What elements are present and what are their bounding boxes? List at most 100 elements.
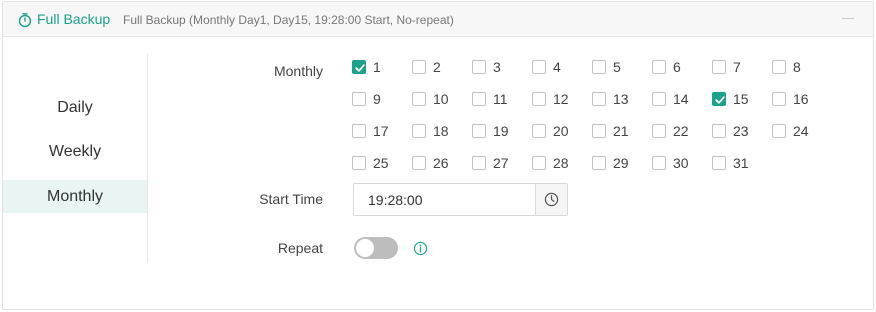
day-checkbox-29[interactable]: 29 (592, 154, 642, 172)
repeat-toggle[interactable] (354, 237, 398, 259)
day-checkbox-27[interactable]: 27 (472, 154, 522, 172)
panel-title: Full Backup (37, 11, 111, 27)
day-checkbox-label: 9 (373, 91, 381, 107)
day-checkbox-label: 27 (493, 155, 509, 171)
panel-header: Full Backup Full Backup (Monthly Day1, D… (3, 2, 873, 37)
repeat-label: Repeat (277, 240, 323, 256)
checkbox-unchecked-icon (412, 60, 426, 74)
checkbox-unchecked-icon (772, 92, 786, 106)
day-checkbox-label: 16 (793, 91, 809, 107)
checkbox-checked-icon (352, 60, 366, 74)
toggle-knob (356, 239, 374, 257)
sidebar-item-daily[interactable]: Daily (3, 91, 147, 124)
full-backup-panel: Full Backup Full Backup (Monthly Day1, D… (2, 1, 874, 310)
day-checkbox-28[interactable]: 28 (532, 154, 582, 172)
day-checkbox-label: 20 (553, 123, 569, 139)
day-checkbox-label: 12 (553, 91, 569, 107)
day-checkbox-24[interactable]: 24 (772, 122, 822, 140)
day-checkbox-23[interactable]: 23 (712, 122, 762, 140)
day-checkbox-label: 17 (373, 123, 389, 139)
day-checkbox-label: 10 (433, 91, 449, 107)
checkbox-unchecked-icon (712, 60, 726, 74)
day-checkbox-label: 19 (493, 123, 509, 139)
clock-icon (544, 192, 559, 207)
day-checkbox-label: 4 (553, 59, 561, 75)
day-checkbox-label: 14 (673, 91, 689, 107)
panel-description: Full Backup (Monthly Day1, Day15, 19:28:… (123, 13, 454, 27)
checkbox-unchecked-icon (352, 124, 366, 138)
day-checkbox-label: 7 (733, 59, 741, 75)
day-checkbox-label: 29 (613, 155, 629, 171)
checkbox-unchecked-icon (592, 60, 606, 74)
day-checkbox-label: 8 (793, 59, 801, 75)
checkbox-unchecked-icon (592, 156, 606, 170)
day-checkbox-16[interactable]: 16 (772, 90, 822, 108)
checkbox-unchecked-icon (652, 60, 666, 74)
day-checkbox-4[interactable]: 4 (532, 58, 582, 76)
checkbox-unchecked-icon (712, 156, 726, 170)
monthly-label: Monthly (273, 63, 323, 79)
checkbox-unchecked-icon (472, 124, 486, 138)
checkbox-unchecked-icon (712, 124, 726, 138)
start-time-input[interactable]: 19:28:00 (353, 183, 568, 216)
day-checkbox-21[interactable]: 21 (592, 122, 642, 140)
day-checkbox-30[interactable]: 30 (652, 154, 702, 172)
day-checkbox-17[interactable]: 17 (352, 122, 402, 140)
time-picker-button[interactable] (535, 184, 567, 215)
checkbox-unchecked-icon (472, 156, 486, 170)
collapse-button[interactable] (842, 18, 854, 19)
day-checkbox-label: 28 (553, 155, 569, 171)
day-checkbox-18[interactable]: 18 (412, 122, 462, 140)
checkbox-unchecked-icon (772, 60, 786, 74)
day-checkbox-6[interactable]: 6 (652, 58, 702, 76)
day-checkbox-label: 13 (613, 91, 629, 107)
day-checkbox-9[interactable]: 9 (352, 90, 402, 108)
day-checkbox-label: 24 (793, 123, 809, 139)
day-checkbox-2[interactable]: 2 (412, 58, 462, 76)
day-checkbox-15[interactable]: 15 (712, 90, 762, 108)
sidebar-item-weekly[interactable]: Weekly (3, 135, 147, 168)
day-checkbox-label: 31 (733, 155, 749, 171)
checkbox-unchecked-icon (472, 92, 486, 106)
day-checkbox-label: 15 (733, 91, 749, 107)
day-checkbox-1[interactable]: 1 (352, 58, 402, 76)
checkbox-unchecked-icon (352, 156, 366, 170)
start-time-label: Start Time (259, 191, 323, 207)
day-checkbox-12[interactable]: 12 (532, 90, 582, 108)
day-checkbox-label: 2 (433, 59, 441, 75)
day-checkbox-label: 21 (613, 123, 629, 139)
day-checkbox-8[interactable]: 8 (772, 58, 822, 76)
day-checkbox-22[interactable]: 22 (652, 122, 702, 140)
day-checkbox-20[interactable]: 20 (532, 122, 582, 140)
day-checkbox-10[interactable]: 10 (412, 90, 462, 108)
day-checkbox-3[interactable]: 3 (472, 58, 522, 76)
day-checkbox-13[interactable]: 13 (592, 90, 642, 108)
sidebar-divider (147, 54, 148, 263)
day-checkbox-5[interactable]: 5 (592, 58, 642, 76)
checkbox-unchecked-icon (412, 92, 426, 106)
checkbox-unchecked-icon (532, 124, 546, 138)
day-checkbox-11[interactable]: 11 (472, 90, 522, 108)
checkbox-checked-icon (712, 92, 726, 106)
day-checkbox-label: 26 (433, 155, 449, 171)
info-icon[interactable] (413, 241, 428, 256)
checkbox-unchecked-icon (412, 124, 426, 138)
day-checkbox-26[interactable]: 26 (412, 154, 462, 172)
checkbox-unchecked-icon (532, 60, 546, 74)
day-checkbox-31[interactable]: 31 (712, 154, 762, 172)
checkbox-unchecked-icon (472, 60, 486, 74)
checkbox-unchecked-icon (532, 156, 546, 170)
day-checkbox-14[interactable]: 14 (652, 90, 702, 108)
checkbox-unchecked-icon (652, 124, 666, 138)
checkbox-unchecked-icon (652, 92, 666, 106)
sidebar-item-monthly[interactable]: Monthly (3, 180, 147, 213)
checkbox-unchecked-icon (592, 92, 606, 106)
day-checkbox-19[interactable]: 19 (472, 122, 522, 140)
checkbox-unchecked-icon (532, 92, 546, 106)
checkbox-unchecked-icon (352, 92, 366, 106)
day-checkbox-25[interactable]: 25 (352, 154, 402, 172)
checkbox-unchecked-icon (412, 156, 426, 170)
day-checkbox-label: 5 (613, 59, 621, 75)
day-checkbox-7[interactable]: 7 (712, 58, 762, 76)
day-checkbox-label: 6 (673, 59, 681, 75)
